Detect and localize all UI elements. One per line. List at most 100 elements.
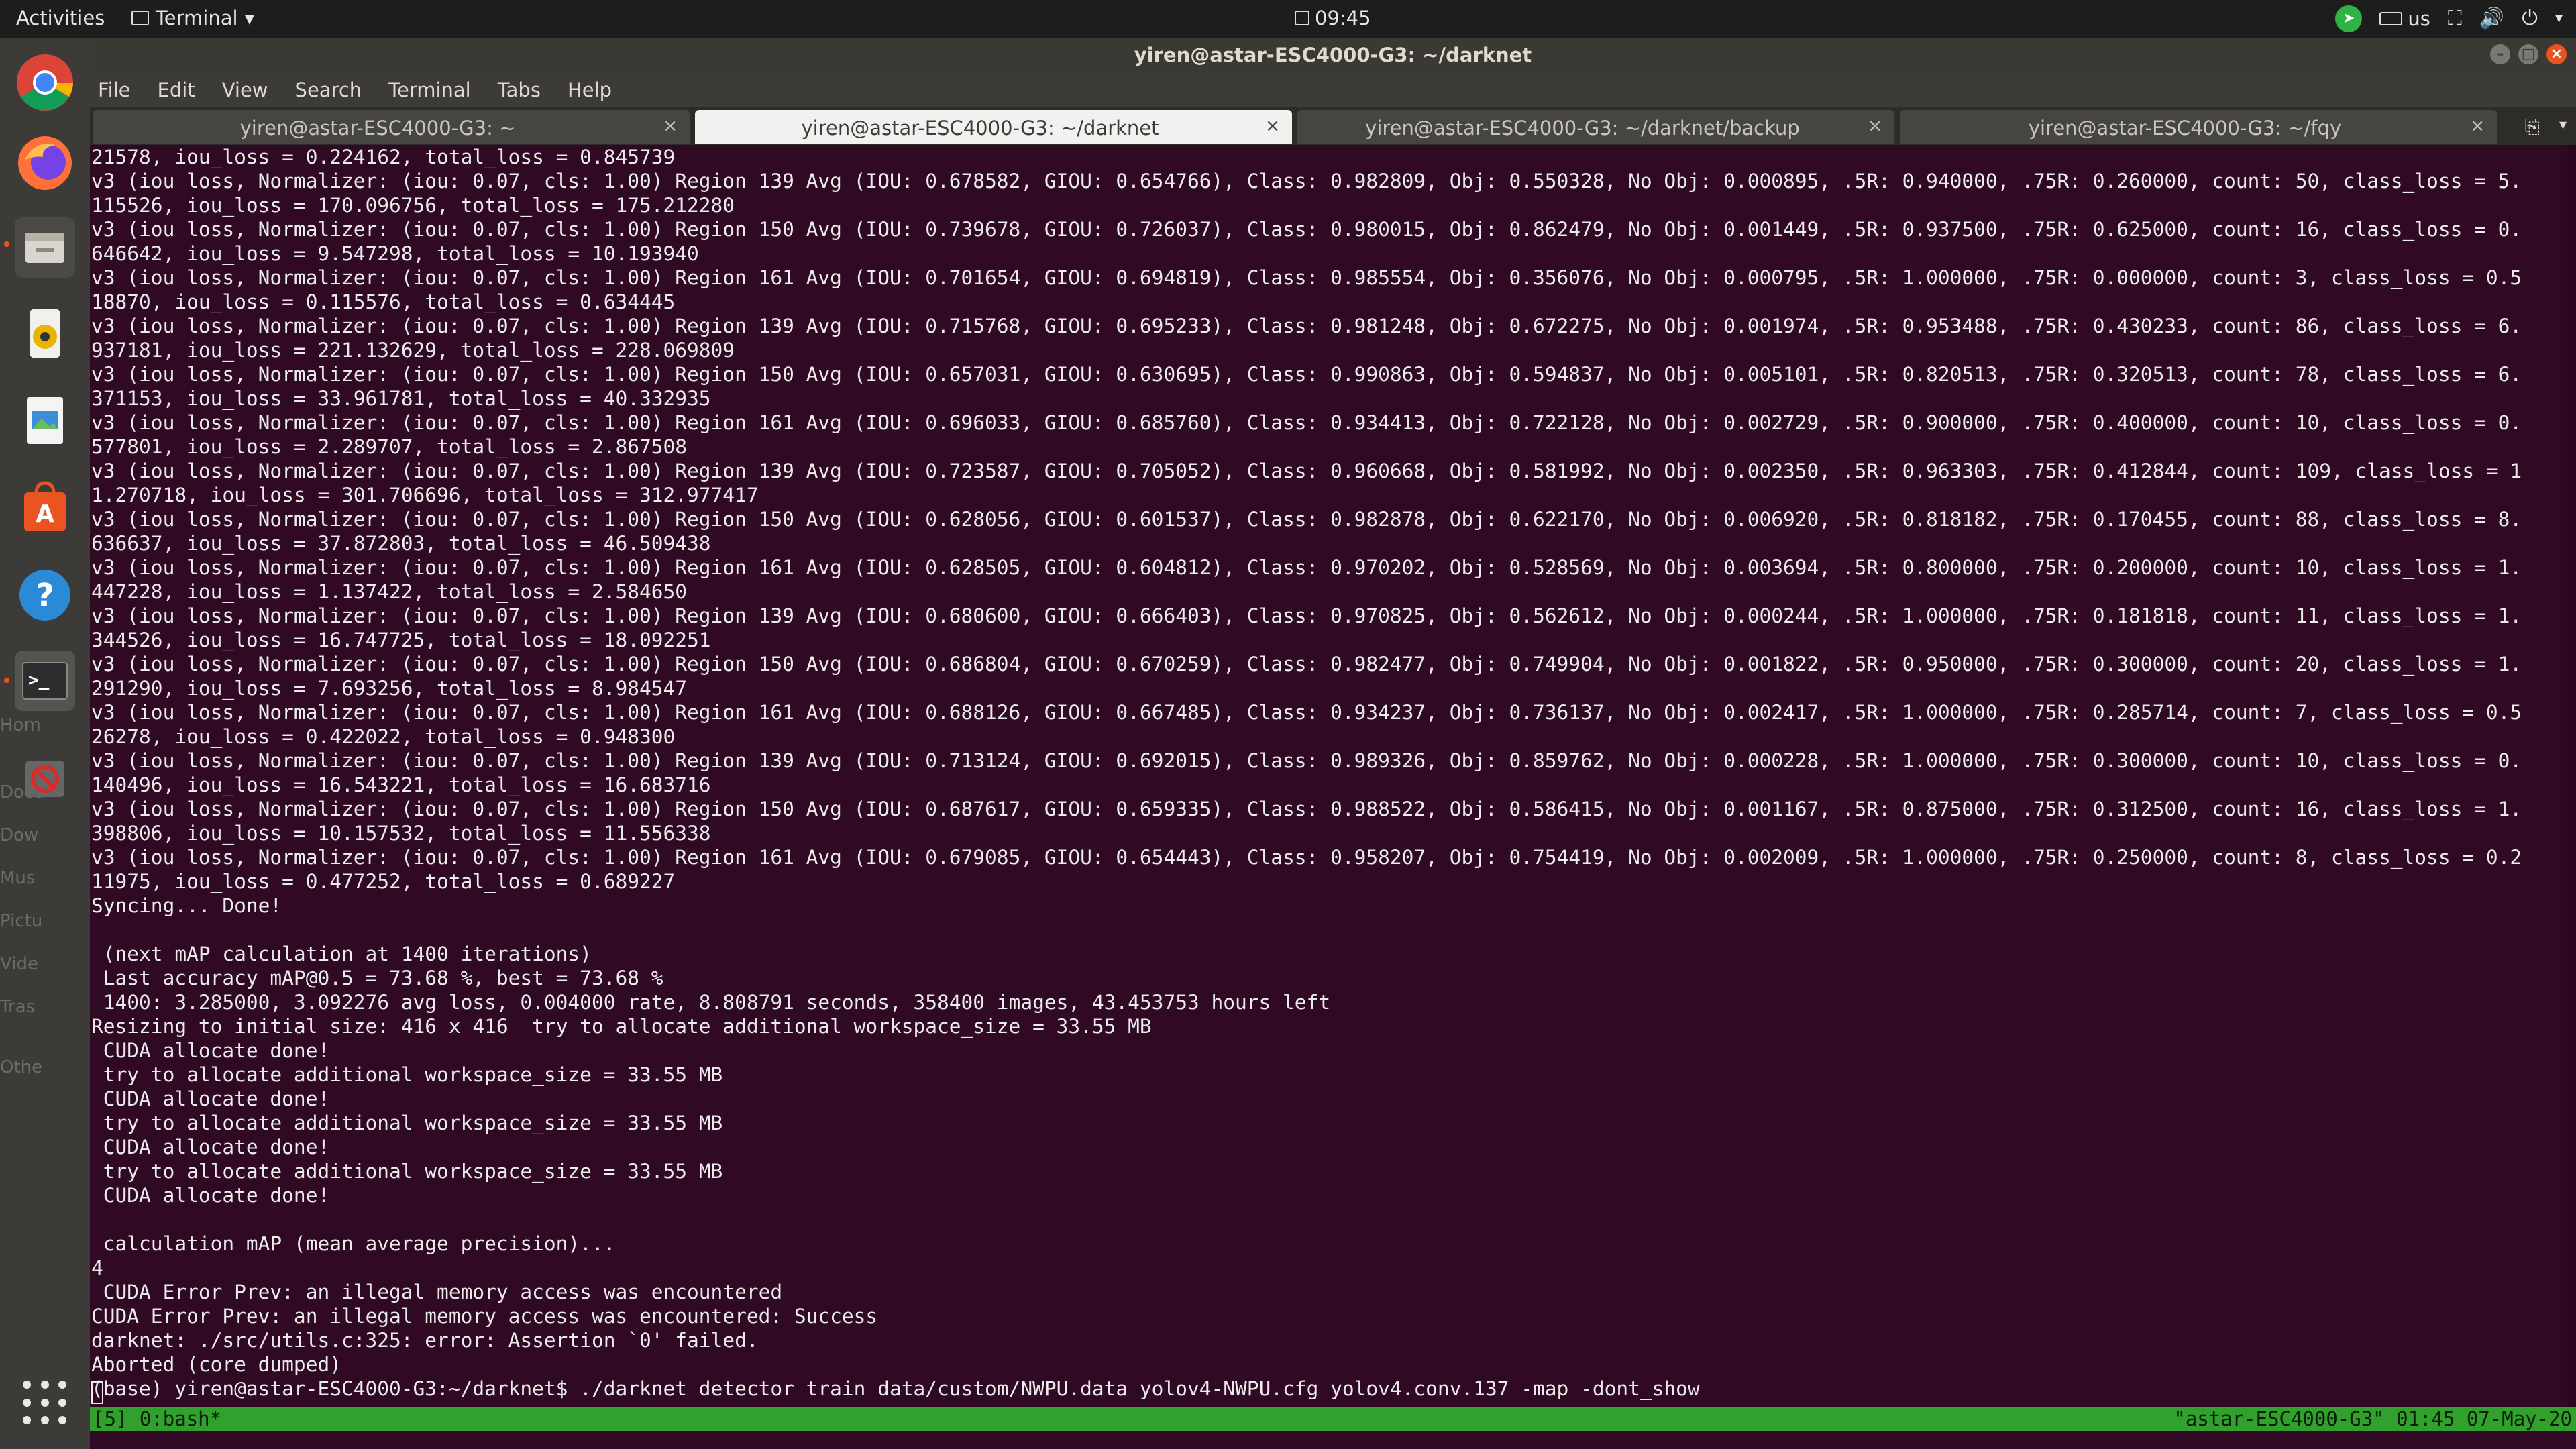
tab-darknet-backup[interactable]: yiren@astar-ESC4000-G3: ~/darknet/backup… bbox=[1297, 110, 1894, 144]
terminal-line: 26278, iou_loss = 0.422022, total_loss =… bbox=[91, 725, 676, 748]
blocked-icon[interactable] bbox=[15, 749, 75, 809]
ghost-label: Mus bbox=[0, 868, 36, 888]
keyboard-icon bbox=[2379, 12, 2403, 25]
network-icon[interactable]: ⛶ bbox=[2448, 5, 2462, 32]
window-controls: – □ × bbox=[2490, 44, 2567, 64]
close-button[interactable]: × bbox=[2546, 44, 2567, 64]
maximize-button[interactable]: □ bbox=[2518, 44, 2538, 64]
terminal-line: 1.270718, iou_loss = 301.706696, total_l… bbox=[91, 484, 759, 506]
terminal-icon[interactable]: >_ bbox=[15, 651, 75, 711]
terminal-line: try to allocate additional workspace_siz… bbox=[91, 1112, 723, 1134]
help-icon[interactable]: ? bbox=[15, 565, 75, 625]
image-viewer-icon[interactable] bbox=[15, 390, 75, 451]
tab-fqy[interactable]: yiren@astar-ESC4000-G3: ~/fqy × bbox=[1900, 110, 2497, 144]
terminal-text: 21578, iou_loss = 0.224162, total_loss =… bbox=[90, 145, 2576, 1401]
app-menu-label: Terminal bbox=[156, 7, 238, 30]
volume-icon[interactable]: 🔊 bbox=[2479, 5, 2504, 32]
terminal-line: 398806, iou_loss = 10.157532, total_loss… bbox=[91, 822, 711, 845]
chevron-down-icon: ▾ bbox=[244, 7, 255, 30]
terminal-line: CUDA Error Prev: an illegal memory acces… bbox=[91, 1305, 878, 1328]
rhythmbox-icon[interactable] bbox=[15, 303, 75, 364]
show-applications-icon[interactable] bbox=[23, 1381, 67, 1425]
menu-file[interactable]: File bbox=[90, 72, 144, 107]
telegram-icon[interactable]: ➤ bbox=[2335, 5, 2363, 32]
terminal-line: v3 (iou loss, Normalizer: (iou: 0.07, cl… bbox=[91, 170, 2522, 193]
menu-help[interactable]: Help bbox=[554, 72, 625, 107]
terminal-line: 18870, iou_loss = 0.115576, total_loss =… bbox=[91, 290, 676, 313]
terminal-line: (next mAP calculation at 1400 iterations… bbox=[91, 943, 592, 965]
tab-label: yiren@astar-ESC4000-G3: ~ bbox=[239, 117, 516, 140]
terminal-line: CUDA allocate done! bbox=[91, 1136, 330, 1159]
terminal-line: CUDA allocate done! bbox=[91, 1039, 330, 1062]
tab-list-chevron-icon[interactable]: ▾ bbox=[2559, 117, 2567, 133]
clock[interactable]: 09:45 bbox=[1295, 7, 1371, 30]
terminal-line: v3 (iou loss, Normalizer: (iou: 0.07, cl… bbox=[91, 460, 2522, 482]
terminal-line: v3 (iou loss, Normalizer: (iou: 0.07, cl… bbox=[91, 604, 2522, 627]
terminal-line: 1400: 3.285000, 3.092276 avg loss, 0.004… bbox=[91, 991, 1331, 1014]
terminal-line: v3 (iou loss, Normalizer: (iou: 0.07, cl… bbox=[91, 363, 2522, 386]
top-bar: Activities Terminal ▾ 09:45 ➤ us ⛶ 🔊 ⏻ ▾ bbox=[0, 0, 2576, 38]
tab-home[interactable]: yiren@astar-ESC4000-G3: ~ × bbox=[93, 110, 690, 144]
terminal-line: v3 (iou loss, Normalizer: (iou: 0.07, cl… bbox=[91, 508, 2522, 531]
keyboard-layout[interactable]: us bbox=[2379, 7, 2430, 30]
window-titlebar[interactable]: yiren@astar-ESC4000-G3: ~/darknet – □ × bbox=[90, 38, 2576, 72]
menu-edit[interactable]: Edit bbox=[144, 72, 209, 107]
terminal-line: v3 (iou loss, Normalizer: (iou: 0.07, cl… bbox=[91, 846, 2522, 869]
running-indicator bbox=[4, 678, 9, 683]
tab-close-icon[interactable]: × bbox=[1265, 116, 1280, 136]
new-tab-icon[interactable]: ⎘ bbox=[2525, 115, 2540, 138]
terminal-line: 371153, iou_loss = 33.961781, total_loss… bbox=[91, 387, 711, 410]
terminal-line: 447228, iou_loss = 1.137422, total_loss … bbox=[91, 580, 688, 603]
menu-search[interactable]: Search bbox=[282, 72, 376, 107]
clock-time: 09:45 bbox=[1315, 7, 1371, 30]
terminal-line: Syncing... Done! bbox=[91, 894, 282, 917]
software-center-icon[interactable]: A bbox=[15, 478, 75, 538]
ghost-label: Othe bbox=[0, 1057, 43, 1077]
terminal-line: 140496, iou_loss = 16.543221, total_loss… bbox=[91, 773, 711, 796]
chrome-icon[interactable] bbox=[15, 52, 75, 113]
terminal-line: Resizing to initial size: 416 x 416 try … bbox=[91, 1015, 1152, 1038]
chevron-down-icon[interactable]: ▾ bbox=[2555, 5, 2563, 32]
ghost-label: Hom bbox=[0, 715, 41, 735]
terminal-line: calculation mAP (mean average precision)… bbox=[91, 1232, 616, 1255]
ghost-label: Vide bbox=[0, 954, 38, 974]
activities-button[interactable]: Activities bbox=[16, 7, 105, 30]
terminal-line: 4 bbox=[91, 1256, 103, 1279]
terminal-output[interactable]: 21578, iou_loss = 0.224162, total_loss =… bbox=[90, 145, 2576, 1449]
tab-label: yiren@astar-ESC4000-G3: ~/fqy bbox=[2028, 117, 2342, 140]
tab-close-icon[interactable]: × bbox=[1868, 116, 1882, 136]
app-menu[interactable]: Terminal ▾ bbox=[131, 7, 254, 30]
firefox-icon[interactable] bbox=[15, 133, 75, 193]
terminal-line: 937181, iou_loss = 221.132629, total_los… bbox=[91, 339, 735, 362]
terminal-line: 636637, iou_loss = 37.872803, total_loss… bbox=[91, 532, 711, 555]
minimize-button[interactable]: – bbox=[2490, 44, 2510, 64]
terminal-line: darknet: ./src/utils.c:325: error: Asser… bbox=[91, 1329, 759, 1352]
menu-terminal[interactable]: Terminal bbox=[375, 72, 484, 107]
running-indicator bbox=[4, 241, 9, 247]
terminal-line: CUDA allocate done! bbox=[91, 1184, 330, 1207]
files-icon[interactable] bbox=[15, 217, 75, 278]
calendar-icon bbox=[1295, 11, 1309, 25]
menu-view[interactable]: View bbox=[209, 72, 282, 107]
terminal-line: v3 (iou loss, Normalizer: (iou: 0.07, cl… bbox=[91, 411, 2522, 434]
svg-text:>_: >_ bbox=[28, 670, 50, 690]
window-title: yiren@astar-ESC4000-G3: ~/darknet bbox=[1134, 44, 1532, 66]
tab-close-icon[interactable]: × bbox=[2470, 116, 2485, 136]
ghost-label: Tras bbox=[0, 997, 36, 1017]
terminal-line: Aborted (core dumped) bbox=[91, 1353, 341, 1376]
tab-label: yiren@astar-ESC4000-G3: ~/darknet/backup bbox=[1365, 117, 1800, 140]
tab-close-icon[interactable]: × bbox=[663, 116, 678, 136]
tmux-status-bar: [5] 0:bash* "astar-ESC4000-G3" 01:45 07-… bbox=[90, 1407, 2576, 1431]
terminal-line: v3 (iou loss, Normalizer: (iou: 0.07, cl… bbox=[91, 701, 2522, 724]
terminal-line: CUDA allocate done! bbox=[91, 1087, 330, 1110]
terminal-scrollbar[interactable] bbox=[2567, 145, 2576, 1407]
terminal-line: 11975, iou_loss = 0.477252, total_loss =… bbox=[91, 870, 676, 893]
menu-tabs[interactable]: Tabs bbox=[484, 72, 554, 107]
terminal-line: try to allocate additional workspace_siz… bbox=[91, 1063, 723, 1086]
keyboard-layout-label: us bbox=[2408, 7, 2430, 30]
tab-darknet[interactable]: yiren@astar-ESC4000-G3: ~/darknet × bbox=[695, 110, 1292, 144]
power-icon[interactable]: ⏻ bbox=[2522, 5, 2538, 32]
ghost-label: Pictu bbox=[0, 911, 43, 931]
tmux-host-time: "astar-ESC4000-G3" 01:45 07-May-20 bbox=[2174, 1407, 2572, 1430]
